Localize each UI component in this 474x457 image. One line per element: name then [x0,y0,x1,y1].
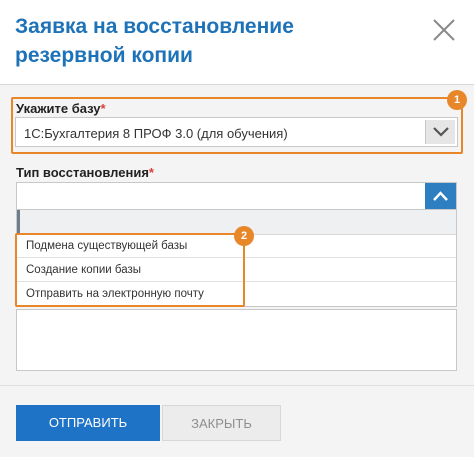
callout-frame-2 [15,233,245,307]
restore-backup-dialog: Заявка на восстановление резервной копии… [0,0,474,457]
required-mark: * [148,165,154,180]
dropdown-focus-bar [17,210,20,234]
submit-button[interactable]: ОТПРАВИТЬ [16,405,160,441]
restore-type-select[interactable] [16,182,457,210]
comment-textarea[interactable] [16,309,457,371]
callout-badge-2: 2 [234,226,254,246]
chevron-up-icon[interactable] [425,183,456,210]
dialog-title: Заявка на восстановление резервной копии [15,15,294,67]
restore-type-label-text: Тип восстановления [16,165,149,180]
restore-type-label: Тип восстановления* [16,165,154,180]
callout-frame-1 [11,97,463,154]
close-icon[interactable] [430,16,458,44]
close-button[interactable]: ЗАКРЫТЬ [162,405,281,441]
dialog-footer: ОТПРАВИТЬ ЗАКРЫТЬ [0,385,474,457]
dialog-header: Заявка на восстановление резервной копии [0,0,474,85]
callout-badge-1: 1 [447,90,467,110]
